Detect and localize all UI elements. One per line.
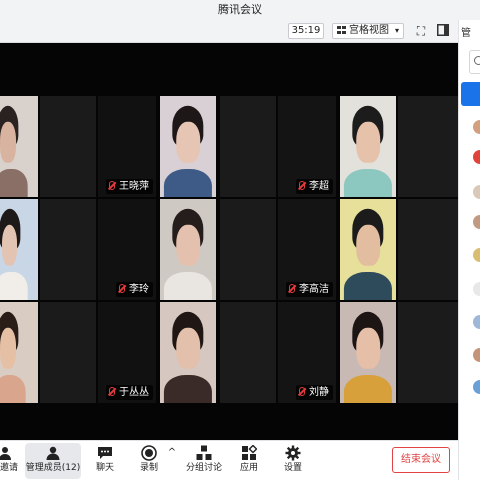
video-tile[interactable]: 于丛丛	[98, 302, 156, 403]
video-tile[interactable]	[220, 96, 276, 197]
video-tile[interactable]	[160, 96, 216, 197]
avatar[interactable]	[473, 348, 480, 362]
invite-label: 邀请	[0, 463, 18, 473]
chat-label: 聊天	[95, 463, 114, 473]
video-tile[interactable]	[340, 302, 396, 403]
video-tile[interactable]: 刘静	[278, 302, 336, 403]
video-tile[interactable]	[340, 96, 396, 197]
invite-member-button[interactable]	[461, 82, 480, 106]
video-tile[interactable]	[340, 199, 396, 300]
apps-button[interactable]: 应用	[236, 443, 262, 479]
video-tile[interactable]: 李超	[278, 96, 336, 197]
invite-icon	[0, 445, 13, 461]
video-tile[interactable]	[40, 302, 96, 403]
chevron-down-icon: ▾	[394, 26, 399, 35]
avatar[interactable]	[473, 315, 480, 329]
tencent-meeting-window: 腾讯会议 35:19 宫格视图 ▾ ⛶ 王晓萍 李超 李玲 李高洁 于丛丛 刘静…	[0, 0, 480, 480]
avatar[interactable]	[473, 380, 480, 394]
mic-muted-icon	[289, 284, 295, 293]
chat-icon	[97, 445, 113, 461]
top-toolbar: 35:19 宫格视图 ▾ ⛶	[0, 20, 458, 43]
member-search-input[interactable]	[469, 50, 480, 74]
breakout-label: 分组讨论	[185, 463, 222, 473]
chat-button[interactable]: 聊天	[92, 443, 118, 479]
participant-name-tag: 王晓萍	[106, 179, 153, 194]
mic-muted-icon	[299, 181, 305, 190]
avatar[interactable]	[473, 248, 480, 262]
avatar[interactable]	[473, 150, 480, 164]
video-tile[interactable]	[220, 199, 276, 300]
sidebar-toggle-icon[interactable]	[436, 24, 450, 38]
manage-members-label: 管理成员(12)	[25, 463, 81, 473]
invite-button[interactable]: 邀请	[0, 443, 18, 479]
manage-members-button[interactable]: 管理成员(12)	[25, 443, 81, 479]
participant-name-tag: 李高洁	[286, 282, 333, 297]
record-button[interactable]: 录制	[136, 443, 162, 479]
mic-muted-icon	[119, 284, 125, 293]
settings-label: 设置	[283, 463, 302, 473]
avatar[interactable]	[473, 185, 480, 199]
breakout-rooms-button[interactable]: 分组讨论	[184, 443, 224, 479]
mic-muted-icon	[109, 387, 115, 396]
video-tile[interactable]	[160, 199, 216, 300]
participant-name: 王晓萍	[119, 181, 149, 192]
settings-button[interactable]: 设置	[280, 443, 306, 479]
avatar[interactable]	[473, 120, 480, 134]
gear-icon	[285, 445, 301, 461]
mic-muted-icon	[109, 181, 115, 190]
participant-name: 于丛丛	[119, 387, 149, 398]
end-meeting-button[interactable]: 结束会议	[392, 447, 450, 473]
participant-name: 李超	[309, 181, 329, 192]
video-tile[interactable]	[160, 302, 216, 403]
fullscreen-icon[interactable]: ⛶	[414, 24, 428, 38]
sidebar-header-text: 管	[461, 28, 471, 39]
video-tile[interactable]: 王晓萍	[98, 96, 156, 197]
video-tile[interactable]	[398, 199, 458, 300]
video-tile[interactable]	[40, 96, 96, 197]
participant-name: 李玲	[129, 284, 149, 295]
meeting-timer: 35:19	[288, 23, 324, 39]
video-grid: 王晓萍 李超 李玲 李高洁 于丛丛 刘静	[0, 43, 458, 440]
video-tile[interactable]	[220, 302, 276, 403]
participant-name-tag: 于丛丛	[106, 385, 153, 400]
participant-name-tag: 李超	[296, 179, 333, 194]
video-tile[interactable]: 李高洁	[278, 199, 336, 300]
mic-muted-icon	[299, 387, 305, 396]
record-label: 录制	[139, 463, 158, 473]
avatar[interactable]	[473, 282, 480, 296]
members-icon	[45, 445, 61, 461]
participant-name-tag: 李玲	[116, 282, 153, 297]
video-tile[interactable]	[0, 302, 38, 403]
video-tile[interactable]	[40, 199, 96, 300]
video-tile[interactable]: 李玲	[98, 199, 156, 300]
member-sidebar: 管	[458, 20, 480, 480]
video-tile[interactable]	[0, 96, 38, 197]
avatar[interactable]	[473, 215, 480, 229]
record-options-caret[interactable]: ^	[166, 443, 178, 479]
breakout-icon	[196, 445, 212, 461]
record-icon	[141, 445, 157, 461]
view-mode-dropdown[interactable]: 宫格视图 ▾	[332, 23, 404, 39]
participant-name-tag: 刘静	[296, 385, 333, 400]
participant-name: 刘静	[309, 387, 329, 398]
bottom-toolbar: 邀请 管理成员(12) 聊天 录制 ^ 分组讨论 应用 设置 结束会议	[0, 440, 458, 480]
video-tile[interactable]	[0, 199, 38, 300]
apps-label: 应用	[239, 463, 258, 473]
participant-name: 李高洁	[299, 284, 329, 295]
video-tile[interactable]	[398, 96, 458, 197]
apps-icon	[241, 444, 258, 461]
search-icon	[474, 56, 480, 65]
chevron-up-icon: ^	[167, 447, 177, 458]
video-tile[interactable]	[398, 302, 458, 403]
window-title: 腾讯会议	[0, 0, 480, 20]
view-mode-label: 宫格视图	[349, 25, 389, 36]
grid-view-icon	[337, 26, 346, 34]
